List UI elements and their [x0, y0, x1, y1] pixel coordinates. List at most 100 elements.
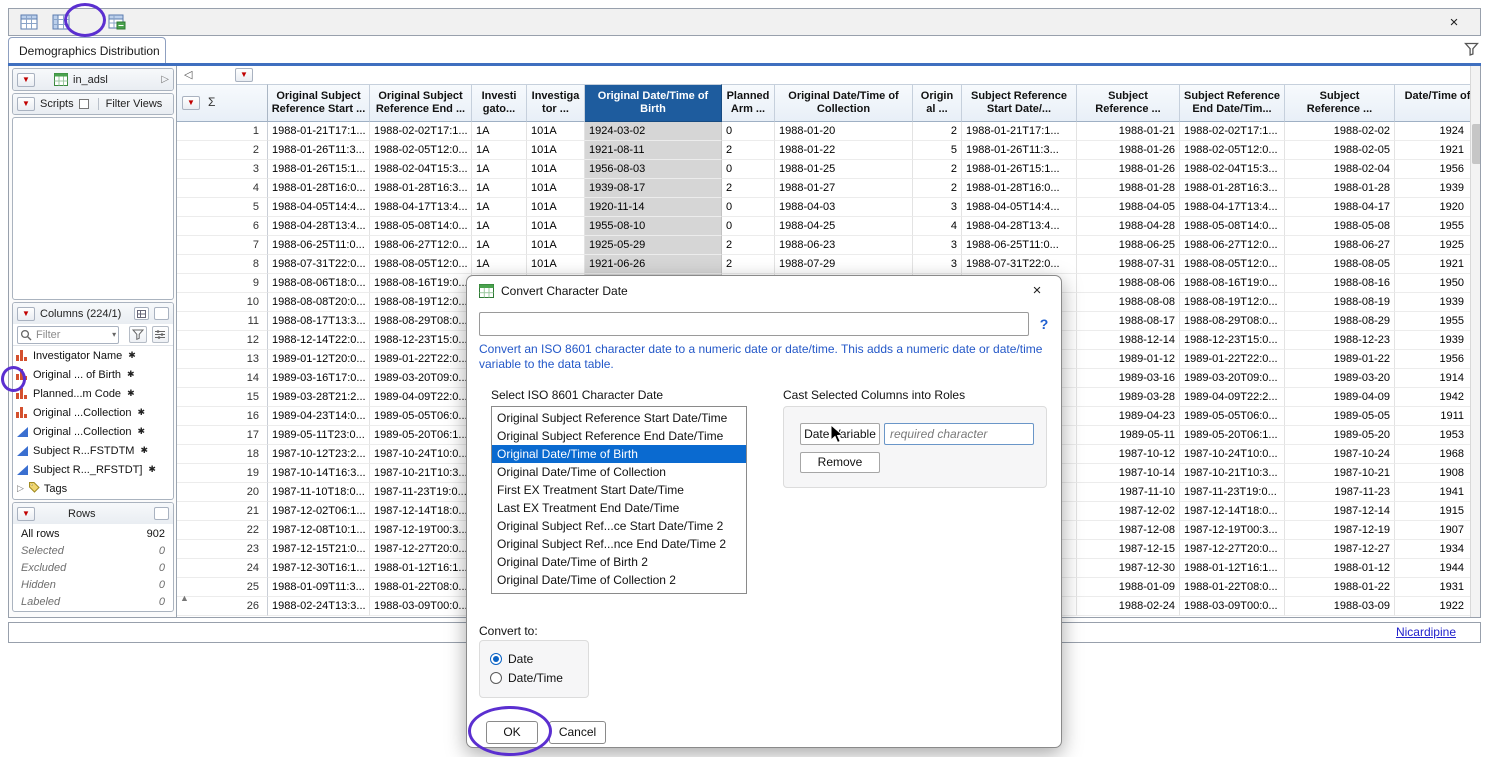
tags-row[interactable]: ▷ Tags: [13, 479, 173, 498]
cell[interactable]: 1A: [472, 198, 527, 217]
cell[interactable]: 1988-01-27: [775, 179, 913, 198]
listbox-item[interactable]: Original Date/Time of Collection 2: [492, 571, 746, 589]
scripts-label[interactable]: Scripts: [40, 98, 74, 110]
rows-panel-toggle-icon[interactable]: [154, 507, 169, 520]
cell[interactable]: 0: [722, 217, 775, 236]
cell[interactable]: 1988-01-28T16:0...: [268, 179, 370, 198]
column-header[interactable]: Subject ReferenceStart Date/...: [962, 84, 1077, 122]
cell[interactable]: 1A: [472, 217, 527, 236]
column-list-item[interactable]: Original ...Collection✱: [13, 403, 173, 422]
dialog-close-button[interactable]: ×: [1023, 280, 1051, 302]
columns-filter-input[interactable]: [36, 329, 106, 341]
tab-demographics-distribution[interactable]: Demographics Distribution: [8, 37, 166, 64]
cell[interactable]: 1988-08-29T08:0...: [1180, 312, 1285, 331]
column-header[interactable]: Original ...: [913, 84, 962, 122]
cell[interactable]: 1A: [472, 160, 527, 179]
cell[interactable]: 1921: [1395, 255, 1481, 274]
cell[interactable]: 1988-06-23: [775, 236, 913, 255]
cell[interactable]: 1987-11-10: [1077, 483, 1180, 502]
cell[interactable]: 1988-08-05T12:0...: [370, 255, 472, 274]
window-close-button[interactable]: ×: [1442, 12, 1466, 33]
cell[interactable]: 1988-04-28: [1077, 217, 1180, 236]
column-list-item[interactable]: Original ... of Birth✱: [13, 365, 173, 384]
cell[interactable]: 1987-10-12T23:2...: [268, 445, 370, 464]
dialog-titlebar[interactable]: Convert Character Date ×: [467, 276, 1061, 306]
row-number[interactable]: 14: [177, 369, 268, 388]
row-number[interactable]: 26: [177, 597, 268, 616]
row-number[interactable]: 23: [177, 540, 268, 559]
cancel-button[interactable]: Cancel: [549, 721, 606, 744]
row-number[interactable]: 21: [177, 502, 268, 521]
cell[interactable]: 1989-01-12: [1077, 350, 1180, 369]
cell[interactable]: 1941: [1395, 483, 1481, 502]
cell[interactable]: 1989-04-09T22:2...: [1180, 388, 1285, 407]
cell[interactable]: 1987-10-24T10:0...: [370, 445, 472, 464]
cell[interactable]: 1988-03-09T00:0...: [370, 597, 472, 616]
cell[interactable]: 1987-11-23T19:0...: [1180, 483, 1285, 502]
cell[interactable]: 1988-05-08T14:0...: [1180, 217, 1285, 236]
column-list-item[interactable]: Original ...Collection✱: [13, 422, 173, 441]
cell[interactable]: 5: [913, 141, 962, 160]
cell[interactable]: 1987-12-14T18:0...: [370, 502, 472, 521]
cell[interactable]: 1988-01-20: [775, 122, 913, 141]
filter-options-button[interactable]: [152, 326, 169, 343]
iso-column-listbox[interactable]: Original Subject Reference Start Date/Ti…: [491, 406, 747, 594]
cell[interactable]: 1989-03-16: [1077, 369, 1180, 388]
cell[interactable]: 1922: [1395, 597, 1481, 616]
cell[interactable]: 1944: [1395, 559, 1481, 578]
row-number[interactable]: 10: [177, 293, 268, 312]
cell[interactable]: 1987-12-14T18:0...: [1180, 502, 1285, 521]
cell[interactable]: 1989-01-22T22:0...: [370, 350, 472, 369]
cell[interactable]: 1988-01-21: [1077, 122, 1180, 141]
columns-filter-box[interactable]: ▾: [17, 326, 119, 344]
table-name[interactable]: in_adsl: [73, 74, 108, 86]
cell[interactable]: 1987-12-08: [1077, 521, 1180, 540]
cell[interactable]: 1988-06-25T11:0...: [268, 236, 370, 255]
cell[interactable]: 4: [913, 217, 962, 236]
cell[interactable]: 1955: [1395, 312, 1481, 331]
row-number[interactable]: 18: [177, 445, 268, 464]
remove-button[interactable]: Remove: [800, 452, 880, 473]
cell[interactable]: 1988-08-29T08:0...: [370, 312, 472, 331]
status-link[interactable]: Nicardipine: [1396, 625, 1456, 639]
cell[interactable]: 1987-10-14: [1077, 464, 1180, 483]
vertical-scrollbar[interactable]: [1470, 66, 1481, 618]
row-number[interactable]: 4: [177, 179, 268, 198]
chevron-down-icon[interactable]: ▾: [112, 330, 116, 339]
cell[interactable]: 1989-03-16T17:0...: [268, 369, 370, 388]
cell[interactable]: 1989-05-20T06:1...: [370, 426, 472, 445]
row-number[interactable]: 22: [177, 521, 268, 540]
cell[interactable]: 1988-01-28T16:3...: [370, 179, 472, 198]
cell[interactable]: 1988-08-08T20:0...: [268, 293, 370, 312]
cell[interactable]: 1988-04-25: [775, 217, 913, 236]
cell[interactable]: 1956: [1395, 160, 1481, 179]
cell[interactable]: 1988-01-09T11:3...: [268, 578, 370, 597]
listbox-item[interactable]: Original Subject Reference Start Date/Ti…: [492, 409, 746, 427]
cell[interactable]: 1988-01-28T16:3...: [1180, 179, 1285, 198]
collapse-panel-icon[interactable]: ▷: [161, 74, 169, 85]
cell[interactable]: 1939: [1395, 179, 1481, 198]
cell[interactable]: 1956: [1395, 350, 1481, 369]
cell[interactable]: 1955: [1395, 217, 1481, 236]
cell[interactable]: 1989-04-23: [1077, 407, 1180, 426]
scripts-checkbox[interactable]: [79, 99, 89, 109]
listbox-item[interactable]: Original Subject Ref...nce End Date/Time…: [492, 535, 746, 553]
cell[interactable]: 1988-05-08: [1285, 217, 1395, 236]
row-number[interactable]: 13: [177, 350, 268, 369]
cell[interactable]: 1989-04-23T14:0...: [268, 407, 370, 426]
row-number[interactable]: 25: [177, 578, 268, 597]
radio-option[interactable]: Date/Time: [490, 668, 588, 687]
cell[interactable]: 1989-05-05: [1285, 407, 1395, 426]
cell[interactable]: 1988-02-04T15:3...: [370, 160, 472, 179]
scrollbar-thumb[interactable]: [1472, 124, 1481, 164]
cell[interactable]: 1988-01-22T08:0...: [1180, 578, 1285, 597]
cell[interactable]: 1987-12-19T00:3...: [1180, 521, 1285, 540]
red-triangle-menu-icon[interactable]: ▼: [17, 507, 35, 521]
cell[interactable]: 1A: [472, 255, 527, 274]
cell[interactable]: 1987-12-15: [1077, 540, 1180, 559]
cell[interactable]: 1988-08-06: [1077, 274, 1180, 293]
cell[interactable]: 101A: [527, 141, 585, 160]
row-number[interactable]: 3: [177, 160, 268, 179]
cell[interactable]: 1987-10-21: [1285, 464, 1395, 483]
cell[interactable]: 1925-05-29: [585, 236, 722, 255]
